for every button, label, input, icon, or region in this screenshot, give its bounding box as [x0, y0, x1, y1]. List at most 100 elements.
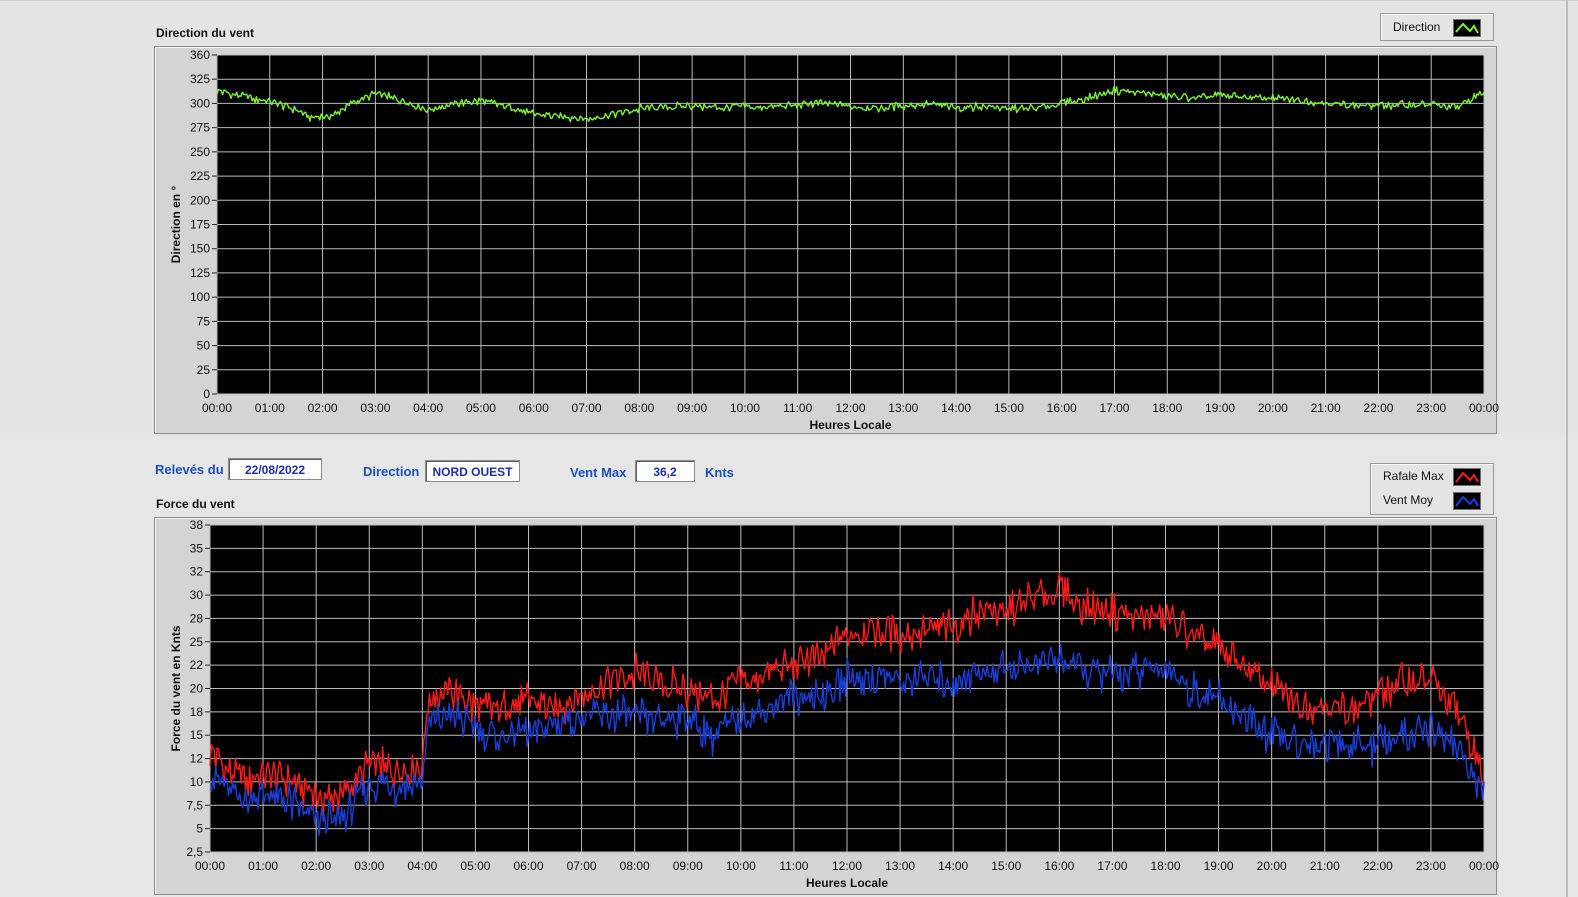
releves-label: Relevés du [155, 462, 224, 477]
y-tick-label: 28 [190, 611, 204, 625]
x-tick-label: 05:00 [460, 859, 490, 873]
vent-max-unit: Knts [705, 465, 734, 480]
y-tick-label: 2,5 [186, 845, 203, 859]
y-tick-label: 18 [190, 705, 204, 719]
y-tick-label: 7,5 [186, 798, 203, 812]
y-tick-label: 38 [190, 518, 204, 532]
x-tick-label: 23:00 [1416, 859, 1446, 873]
x-tick-label: 05:00 [466, 401, 496, 415]
x-tick-label: 06:00 [513, 859, 543, 873]
x-tick-label: 04:00 [413, 401, 443, 415]
vent-max-label: Vent Max [570, 465, 627, 480]
y-tick-label: 275 [190, 121, 210, 135]
legend-swatch-rafale-max [1453, 468, 1481, 486]
x-tick-label: 00:00 [1469, 859, 1499, 873]
y-tick-label: 300 [190, 96, 210, 110]
y-tick-label: 30 [190, 588, 204, 602]
legend-item-rafale-max[interactable]: Rafale Max [1371, 465, 1493, 487]
legend-label-direction: Direction [1393, 20, 1441, 34]
legend-swatch-vent-moy [1453, 492, 1481, 510]
y-tick-label: 50 [197, 339, 211, 353]
x-tick-label: 07:00 [567, 859, 597, 873]
direction-value-field[interactable]: NORD OUEST [425, 460, 520, 482]
releves-date-field[interactable]: 22/08/2022 [228, 458, 322, 480]
x-tick-label: 00:00 [1469, 401, 1499, 415]
x-tick-label: 17:00 [1099, 401, 1129, 415]
direction-panel-title: Direction du vent [156, 26, 255, 40]
x-tick-label: 02:00 [308, 401, 338, 415]
y-tick-label: 10 [190, 775, 204, 789]
x-tick-label: 19:00 [1204, 859, 1234, 873]
x-tick-label: 21:00 [1310, 859, 1340, 873]
x-tick-label: 03:00 [360, 401, 390, 415]
legend-label-vent-moy: Vent Moy [1383, 493, 1434, 507]
y-tick-label: 25 [197, 363, 211, 377]
x-tick-label: 03:00 [354, 859, 384, 873]
y-tick-label: 0 [203, 387, 210, 401]
y-tick-label: 100 [190, 290, 210, 304]
x-tick-label: 02:00 [301, 859, 331, 873]
y-tick-label: 35 [190, 541, 204, 555]
x-tick-label: 06:00 [519, 401, 549, 415]
x-tick-label: 16:00 [1044, 859, 1074, 873]
x-tick-label: 18:00 [1150, 859, 1180, 873]
y-tick-label: 75 [197, 314, 211, 328]
y-tick-label: 250 [190, 145, 210, 159]
force-legend[interactable]: Rafale Max Vent Moy [1370, 463, 1494, 515]
x-tick-label: 11:00 [783, 401, 812, 415]
force-chart[interactable]: 3835323028252220181512107,552,500:00 01:0… [154, 517, 1499, 897]
x-tick-label: 15:00 [991, 859, 1021, 873]
x-tick-label: 13:00 [888, 401, 918, 415]
y-tick-label: 175 [190, 218, 210, 232]
y-tick-label: 22 [190, 658, 204, 672]
x-tick-label: 14:00 [938, 859, 968, 873]
y-tick-label: 20 [190, 682, 204, 696]
y-tick-label: 15 [190, 728, 204, 742]
force-panel-title: Force du vent [156, 497, 235, 511]
x-tick-label: 11:00 [779, 859, 808, 873]
y-axis-label: Force du vent en Knts [169, 625, 183, 751]
legend-label-rafale-max: Rafale Max [1383, 469, 1444, 483]
y-tick-label: 150 [190, 242, 210, 256]
x-tick-label: 00:00 [195, 859, 225, 873]
x-tick-label: 22:00 [1363, 859, 1393, 873]
x-tick-label: 13:00 [885, 859, 915, 873]
legend-swatch-direction [1453, 19, 1481, 37]
x-tick-label: 18:00 [1152, 401, 1182, 415]
x-tick-label: 15:00 [994, 401, 1024, 415]
y-tick-label: 360 [190, 48, 210, 62]
direction-legend[interactable]: Direction [1380, 13, 1494, 41]
direction-label: Direction [363, 464, 420, 479]
x-tick-label: 16:00 [1047, 401, 1077, 415]
x-tick-label: 10:00 [730, 401, 760, 415]
vent-max-field[interactable]: 36,2 [635, 460, 695, 482]
x-tick-label: 12:00 [835, 401, 865, 415]
y-tick-label: 125 [190, 266, 210, 280]
x-tick-label: 23:00 [1416, 401, 1446, 415]
x-tick-label: 01:00 [248, 859, 278, 873]
y-tick-label: 325 [190, 72, 210, 86]
window-edge [1566, 0, 1568, 897]
x-tick-label: 22:00 [1363, 401, 1393, 415]
y-tick-label: 225 [190, 169, 210, 183]
y-tick-label: 12 [190, 752, 204, 766]
x-tick-label: 20:00 [1258, 401, 1288, 415]
x-tick-label: 08:00 [624, 401, 654, 415]
x-tick-label: 07:00 [572, 401, 602, 415]
legend-item-vent-moy[interactable]: Vent Moy [1371, 489, 1493, 511]
direction-chart[interactable]: 3603253002752502252001751501251007550250… [154, 46, 1499, 436]
x-tick-label: 04:00 [407, 859, 437, 873]
x-tick-label: 14:00 [941, 401, 971, 415]
x-tick-label: 17:00 [1097, 859, 1127, 873]
y-tick-label: 5 [196, 822, 203, 836]
x-tick-label: 19:00 [1205, 401, 1235, 415]
x-axis-label: Heures Locale [809, 418, 891, 432]
x-tick-label: 10:00 [726, 859, 756, 873]
x-tick-label: 09:00 [673, 859, 703, 873]
y-tick-label: 200 [190, 193, 210, 207]
x-tick-label: 09:00 [677, 401, 707, 415]
x-tick-label: 12:00 [832, 859, 862, 873]
x-tick-label: 01:00 [255, 401, 285, 415]
legend-item-direction[interactable]: Direction [1381, 16, 1493, 38]
x-axis-label: Heures Locale [806, 876, 888, 890]
